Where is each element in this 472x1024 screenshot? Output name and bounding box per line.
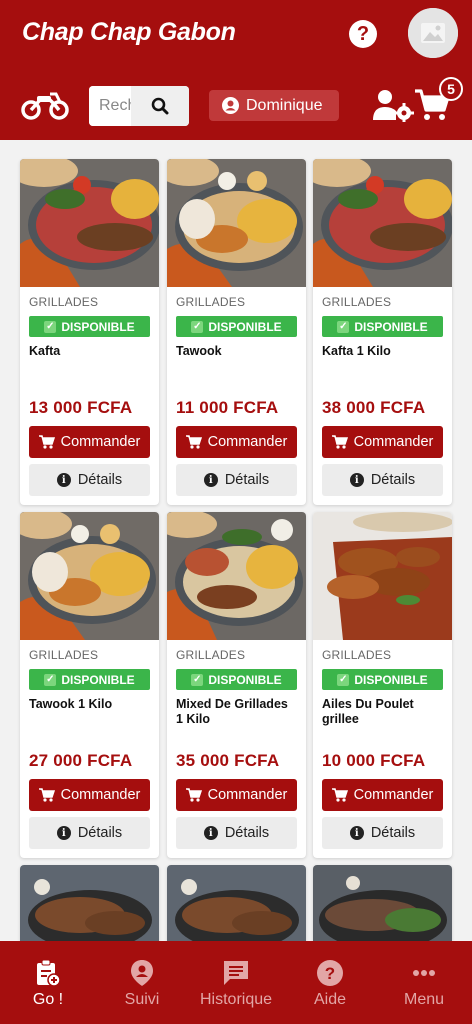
- more-horizontal-icon: [413, 970, 435, 976]
- order-button[interactable]: Commander: [322, 426, 443, 458]
- availability-badge: ✓ DISPONIBLE: [29, 669, 150, 690]
- app-header: Chap Chap Gabon ? Recherche Dominique 5: [0, 0, 472, 140]
- cart-icon: [38, 435, 55, 449]
- cart-icon: [331, 788, 348, 802]
- search-input[interactable]: [89, 86, 131, 126]
- app-title: Chap Chap Gabon: [22, 18, 236, 46]
- product-card: GRILLADES ✓ DISPONIBLE Tawook 11 000 FCFA…: [167, 159, 306, 505]
- product-image[interactable]: [167, 512, 306, 640]
- product-card: GRILLADES ✓ DISPONIBLE Kafta 13 000 FCFA …: [20, 159, 159, 505]
- availability-badge: ✓ DISPONIBLE: [322, 316, 443, 337]
- nav-suivi[interactable]: Suivi: [95, 941, 189, 1024]
- product-image[interactable]: [167, 159, 306, 287]
- product-price: 38 000 FCFA: [322, 398, 426, 417]
- product-image[interactable]: [20, 512, 159, 640]
- check-icon: ✓: [44, 673, 57, 686]
- bottom-nav: Go ! Suivi Historique ? Aide Menu: [0, 941, 472, 1024]
- product-card: GRILLADES ✓ DISPONIBLE Kafta 1 Kilo 38 00…: [313, 159, 452, 505]
- availability-badge: ✓ DISPONIBLE: [322, 669, 443, 690]
- check-icon: ✓: [191, 320, 204, 333]
- cart-icon: [331, 435, 348, 449]
- product-card: GRILLADES ✓ DISPONIBLE Ailes Du Poulet gr…: [313, 512, 452, 858]
- info-icon: i: [349, 473, 364, 487]
- nav-menu[interactable]: Menu: [377, 941, 471, 1024]
- nav-go[interactable]: Go !: [1, 941, 95, 1024]
- search-bar: [89, 86, 189, 126]
- product-image[interactable]: [313, 159, 452, 287]
- product-name: Tawook: [176, 344, 222, 358]
- product-name: Ailes Du Poulet grillee: [322, 697, 414, 726]
- clipboard-add-icon: [37, 959, 61, 987]
- details-button[interactable]: i Détails: [322, 817, 443, 849]
- product-image[interactable]: [313, 865, 452, 945]
- order-button[interactable]: Commander: [29, 426, 150, 458]
- product-image[interactable]: [20, 865, 159, 945]
- details-button[interactable]: i Détails: [176, 817, 297, 849]
- account-circle-icon: [222, 97, 239, 114]
- order-button[interactable]: Commander: [29, 779, 150, 811]
- product-card: GRILLADES ✓ DISPONIBLE Mixed De Grillades…: [167, 512, 306, 858]
- nav-aide[interactable]: ? Aide: [283, 941, 377, 1024]
- product-card: [313, 865, 452, 945]
- product-image[interactable]: [313, 512, 452, 640]
- details-button[interactable]: i Détails: [29, 464, 150, 496]
- availability-badge: ✓ DISPONIBLE: [176, 316, 297, 337]
- order-button[interactable]: Commander: [322, 779, 443, 811]
- help-circle-icon: ?: [317, 960, 343, 986]
- cart-icon: [185, 788, 202, 802]
- product-category: GRILLADES: [176, 295, 246, 309]
- availability-badge: ✓ DISPONIBLE: [29, 316, 150, 337]
- product-category: GRILLADES: [176, 648, 246, 662]
- info-icon: i: [56, 473, 71, 487]
- product-name: Tawook 1 Kilo: [29, 697, 113, 711]
- product-category: GRILLADES: [322, 295, 392, 309]
- product-card: [167, 865, 306, 945]
- user-settings-icon[interactable]: [372, 88, 416, 122]
- product-price: 35 000 FCFA: [176, 751, 280, 770]
- details-button[interactable]: i Détails: [176, 464, 297, 496]
- info-icon: i: [349, 826, 364, 840]
- details-button[interactable]: i Détails: [29, 817, 150, 849]
- nav-historique[interactable]: Historique: [189, 941, 283, 1024]
- product-name: Kafta: [29, 344, 61, 358]
- avatar[interactable]: [408, 8, 458, 58]
- product-image[interactable]: [167, 865, 306, 945]
- message-list-icon: [224, 961, 248, 985]
- order-button[interactable]: Commander: [176, 779, 297, 811]
- product-category: GRILLADES: [29, 648, 99, 662]
- details-button[interactable]: i Détails: [322, 464, 443, 496]
- product-image[interactable]: [20, 159, 159, 287]
- cart-icon: [185, 435, 202, 449]
- check-icon: ✓: [44, 320, 57, 333]
- cart-count-badge: 5: [439, 77, 463, 101]
- search-button[interactable]: [131, 86, 189, 126]
- svg-text:?: ?: [325, 964, 335, 983]
- product-price: 27 000 FCFA: [29, 751, 133, 770]
- cart-icon: [38, 788, 55, 802]
- info-icon: i: [203, 826, 218, 840]
- product-price: 10 000 FCFA: [322, 751, 426, 770]
- product-price: 13 000 FCFA: [29, 398, 133, 417]
- search-icon: [151, 97, 169, 115]
- info-icon: i: [56, 826, 71, 840]
- user-name: Dominique: [246, 96, 323, 114]
- check-icon: ✓: [337, 673, 350, 686]
- product-card: GRILLADES ✓ DISPONIBLE Tawook 1 Kilo 27 0…: [20, 512, 159, 858]
- product-card: [20, 865, 159, 945]
- check-icon: ✓: [337, 320, 350, 333]
- product-category: GRILLADES: [29, 295, 99, 309]
- help-button[interactable]: ?: [349, 20, 377, 48]
- info-icon: i: [203, 473, 218, 487]
- product-name: Kafta 1 Kilo: [322, 344, 391, 358]
- user-chip[interactable]: Dominique: [209, 90, 339, 121]
- location-pin-icon: [131, 960, 153, 986]
- product-name: Mixed De Grillades 1 Kilo: [176, 697, 288, 726]
- order-button[interactable]: Commander: [176, 426, 297, 458]
- product-category: GRILLADES: [322, 648, 392, 662]
- availability-badge: ✓ DISPONIBLE: [176, 669, 297, 690]
- motorcycle-icon[interactable]: [20, 86, 70, 122]
- check-icon: ✓: [191, 673, 204, 686]
- product-price: 11 000 FCFA: [176, 398, 279, 417]
